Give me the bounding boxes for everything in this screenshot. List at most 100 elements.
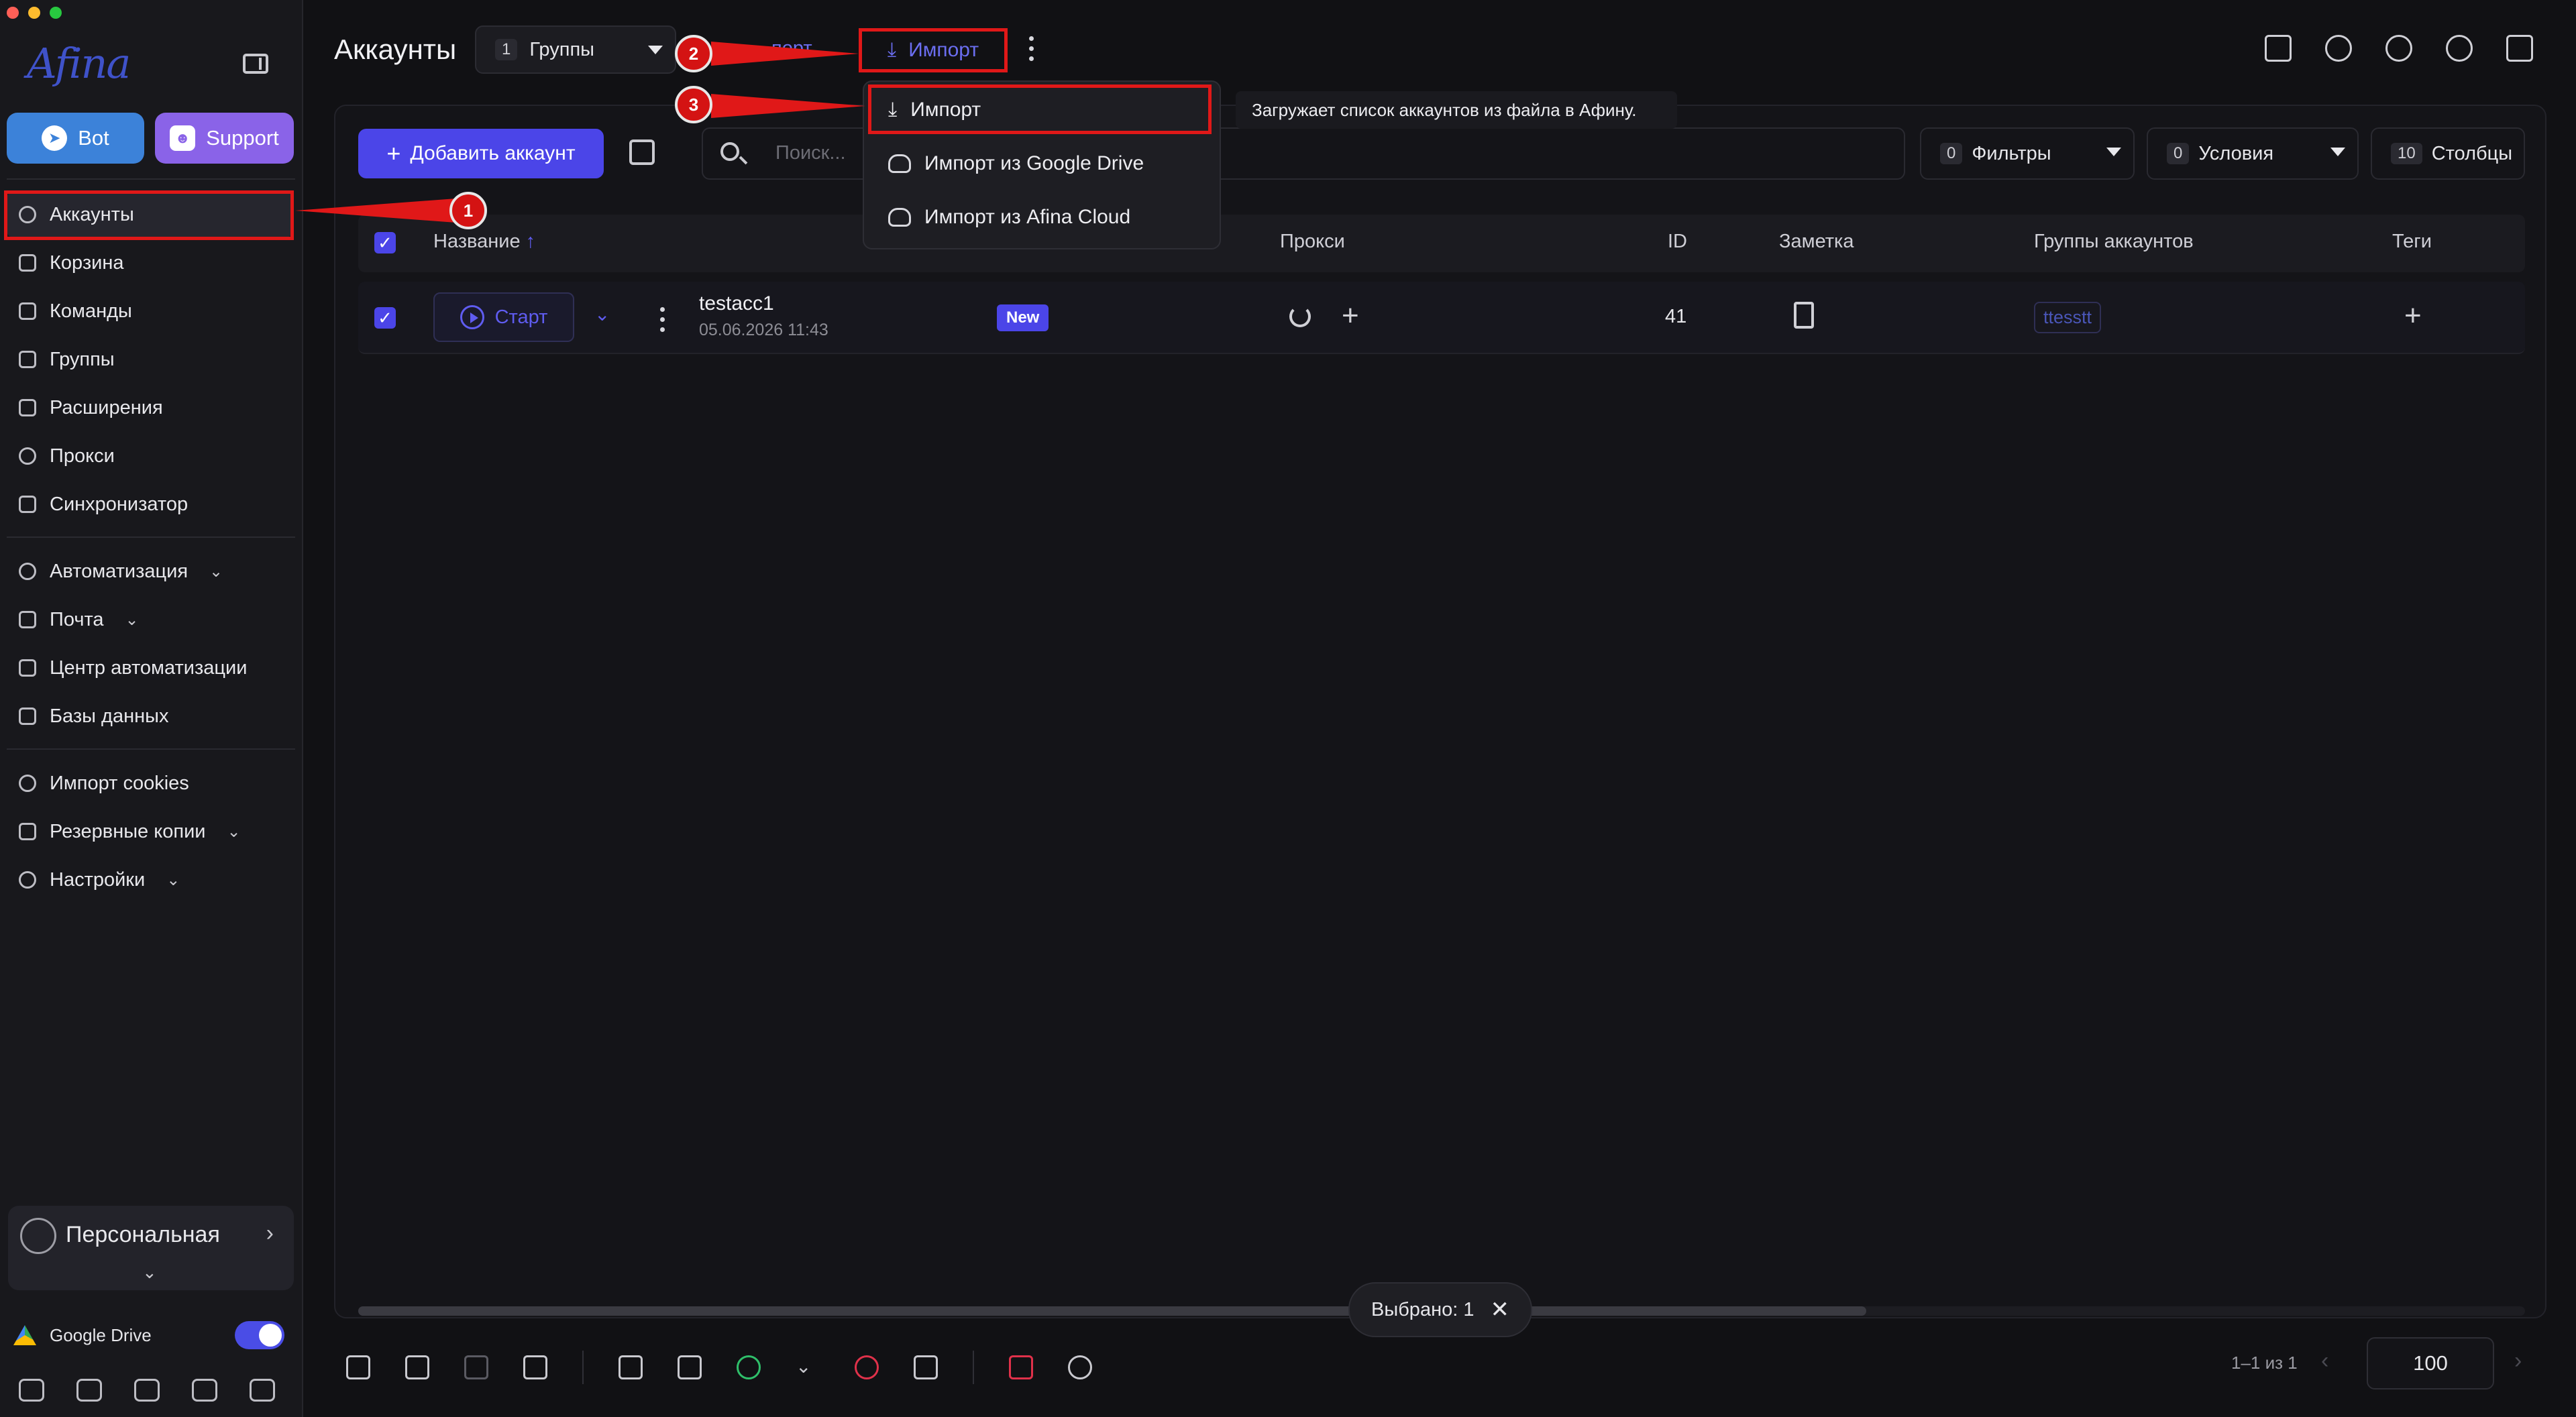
sidebar-divider	[7, 178, 295, 180]
playlist-icon[interactable]	[523, 1355, 547, 1379]
file-icon[interactable]	[464, 1355, 488, 1379]
cookie-icon[interactable]	[678, 1355, 702, 1379]
next-page-icon[interactable]: ›	[2514, 1348, 2522, 1374]
sidebar-item-proxy[interactable]: Прокси	[7, 433, 292, 479]
tag-icon[interactable]	[346, 1355, 370, 1379]
google-drive-toggle[interactable]	[235, 1321, 284, 1349]
import-button[interactable]: ⤓ Импорт	[859, 28, 1008, 72]
annotation-arrow-2	[711, 42, 859, 66]
tag-icon[interactable]	[2265, 35, 2292, 62]
add-tag-icon[interactable]: +	[2404, 299, 2422, 333]
delete-icon[interactable]	[1009, 1355, 1033, 1379]
sidebar-item-mail[interactable]: Почта ⌄	[7, 597, 292, 642]
sidebar-item-import-cookies[interactable]: Импорт cookies	[7, 760, 292, 806]
sidebar-item-trash[interactable]: Корзина	[7, 240, 292, 286]
profile-switcher[interactable]: Персональная › ⌄	[8, 1206, 294, 1290]
column-header-note[interactable]: Заметка	[1779, 231, 1854, 253]
sync-icon	[19, 496, 36, 513]
add-account-button[interactable]: + Добавить аккаунт	[358, 129, 604, 178]
globe-icon[interactable]	[2385, 35, 2412, 62]
eye-off-icon[interactable]	[250, 1379, 275, 1402]
bulk-add-icon[interactable]	[629, 139, 655, 165]
sidebar-item-databases[interactable]: Базы данных	[7, 693, 292, 739]
column-header-proxy[interactable]: Прокси	[1280, 231, 1345, 253]
selection-count: Выбрано: 1	[1371, 1298, 1474, 1320]
account-date: 05.06.2026 11:43	[699, 321, 828, 339]
columns-button[interactable]: 10 Столбцы	[2371, 127, 2525, 180]
add-proxy-icon[interactable]: +	[1342, 299, 1359, 333]
column-header-tags[interactable]: Теги	[2392, 231, 2432, 253]
play-icon[interactable]	[737, 1355, 761, 1379]
scrollbar-thumb[interactable]	[358, 1306, 1866, 1316]
support-button[interactable]: ☻ Support	[155, 113, 294, 164]
annotation-highlight-import-item	[868, 84, 1212, 134]
sidebar-item-automation-center[interactable]: Центр автоматизации	[7, 645, 292, 691]
window-controls	[7, 7, 62, 19]
page-size-input[interactable]: 100	[2367, 1337, 2494, 1390]
folder-download-icon[interactable]	[192, 1379, 217, 1402]
toolbar-divider	[582, 1351, 584, 1384]
row-more-icon[interactable]	[657, 307, 667, 332]
caret-down-icon	[648, 46, 663, 54]
column-header-id[interactable]: ID	[1668, 231, 1687, 253]
clipboard-icon[interactable]	[1794, 302, 1814, 329]
conditions-select[interactable]: 0 Условия	[2147, 127, 2359, 180]
chevron-down-icon[interactable]: ⌄	[142, 1262, 157, 1283]
sidebar-item-automation[interactable]: Автоматизация ⌄	[7, 549, 292, 594]
sidebar-item-backups[interactable]: Резервные копии ⌄	[7, 809, 292, 854]
column-header-groups[interactable]: Группы аккаунтов	[2034, 231, 2194, 253]
refresh-icon[interactable]	[1068, 1355, 1092, 1379]
chevron-down-icon[interactable]: ⌄	[796, 1355, 820, 1379]
row-checkbox[interactable]: ✓	[374, 307, 396, 329]
annotation-marker-2: 2	[675, 35, 712, 72]
layout-icon[interactable]	[2506, 35, 2533, 62]
more-options-icon[interactable]	[1026, 36, 1036, 61]
folder-upload-icon[interactable]	[134, 1379, 160, 1402]
table-header: ✓ Название ↑ Прокси ID Заметка Группы ак…	[358, 215, 2525, 272]
sidebar-item-teams[interactable]: Команды	[7, 288, 292, 334]
conditions-count: 0	[2167, 143, 2190, 164]
sidebar-item-extensions[interactable]: Расширения	[7, 385, 292, 431]
chevron-right-icon[interactable]: ›	[266, 1221, 274, 1247]
refresh-icon[interactable]	[1289, 306, 1311, 327]
sidebar-item-settings[interactable]: Настройки ⌄	[7, 857, 292, 903]
start-profile-button[interactable]: Старт	[433, 292, 574, 342]
sidebar-item-synchronizer[interactable]: Синхронизатор	[7, 481, 292, 527]
copy-icon[interactable]	[619, 1355, 643, 1379]
cloud-upload-icon[interactable]	[19, 1379, 44, 1402]
chevron-down-icon[interactable]: ⌄	[594, 303, 610, 325]
menu-item-import-afina-cloud[interactable]: Импорт из Afina Cloud	[888, 197, 1130, 237]
tooltip: Загружает список аккаунтов из файла в Аф…	[1236, 91, 1677, 129]
column-header-name[interactable]: Название ↑	[433, 231, 535, 253]
sidebar-item-label: Расширения	[50, 396, 163, 418]
sidebar-item-groups[interactable]: Группы	[7, 337, 292, 382]
group-chip[interactable]: ttesstt	[2034, 302, 2102, 333]
prev-page-icon[interactable]: ‹	[2321, 1348, 2328, 1374]
gear-icon[interactable]	[2446, 35, 2473, 62]
cloud-download-icon[interactable]	[76, 1379, 102, 1402]
sidebar-item-label: Резервные копии	[50, 820, 206, 842]
column-header-label: Название	[433, 231, 521, 252]
search-icon	[720, 142, 739, 161]
select-all-checkbox[interactable]: ✓	[374, 232, 396, 253]
groups-select[interactable]: 1 Группы	[475, 25, 676, 74]
filters-select[interactable]: 0 Фильтры	[1920, 127, 2135, 180]
menu-item-import-google-drive[interactable]: Импорт из Google Drive	[888, 144, 1144, 184]
close-icon[interactable]: ✕	[1490, 1296, 1509, 1323]
backup-icon	[19, 823, 36, 840]
sidebar-toggle-icon[interactable]	[243, 54, 268, 74]
users-icon[interactable]	[405, 1355, 429, 1379]
bulk-actions-toolbar: ⌄	[346, 1351, 1092, 1384]
google-drive-icon	[13, 1325, 36, 1345]
wifi-icon[interactable]	[914, 1355, 938, 1379]
close-window-button[interactable]	[7, 7, 19, 19]
minimize-window-button[interactable]	[28, 7, 40, 19]
columns-count: 10	[2391, 143, 2422, 164]
maximize-window-button[interactable]	[50, 7, 62, 19]
chevron-down-icon: ⌄	[209, 562, 223, 581]
bot-button[interactable]: ➤ Bot	[7, 113, 144, 164]
search-placeholder: Поиск...	[775, 142, 846, 164]
annotation-arrow-1	[295, 199, 456, 223]
stop-icon[interactable]	[855, 1355, 879, 1379]
cookie-icon[interactable]	[2325, 35, 2352, 62]
